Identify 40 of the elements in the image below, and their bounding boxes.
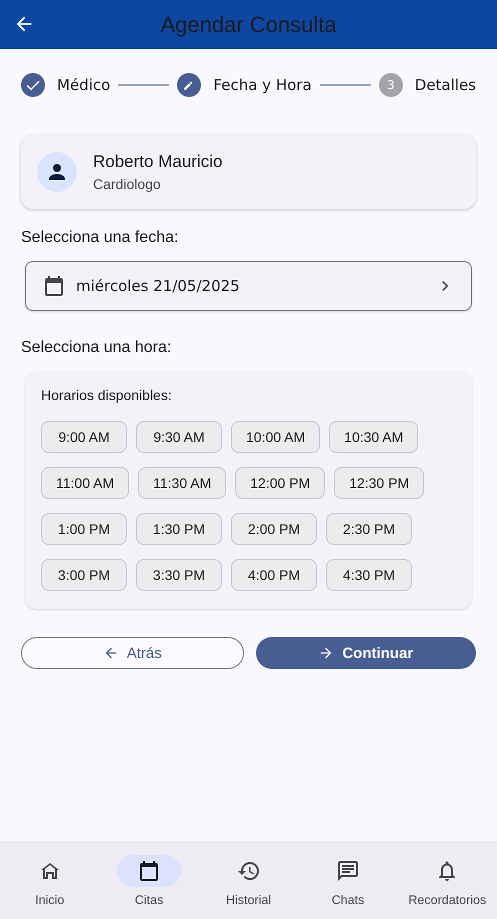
time-slot-chip[interactable]: 3:30 PM	[136, 559, 222, 591]
time-slot-chip[interactable]: 2:00 PM	[231, 513, 317, 545]
time-slot-chip[interactable]: 3:00 PM	[41, 559, 127, 591]
time-slot-chip[interactable]: 9:30 AM	[136, 421, 222, 453]
section-label: Selecciona una hora:	[21, 339, 172, 357]
continue-button[interactable]: Continuar	[256, 637, 476, 669]
back-step-button[interactable]: Atrás	[21, 637, 244, 669]
history-icon	[236, 859, 261, 883]
step-label: Detalles	[414, 76, 476, 94]
doctor-name: Roberto Mauricio	[93, 152, 222, 172]
calendar-icon	[42, 274, 66, 298]
time-slot-chip[interactable]: 1:30 PM	[136, 513, 222, 545]
nav-item[interactable]: Recordatorios	[398, 855, 497, 919]
nav-item[interactable]: Chats	[298, 855, 398, 919]
nav-item[interactable]: Citas	[99, 855, 199, 919]
avatar-icon	[37, 152, 77, 192]
step-number: 3	[378, 73, 403, 97]
time-slot-chip[interactable]: 4:00 PM	[231, 559, 317, 591]
time-slot-chip[interactable]: 12:30 PM	[334, 467, 424, 499]
pencil-icon	[177, 73, 202, 97]
section-label: Selecciona una fecha:	[21, 229, 180, 247]
time-slot-chip[interactable]: 11:30 AM	[138, 467, 226, 499]
check-icon	[21, 73, 45, 97]
panel-title: Horarios disponibles:	[41, 387, 173, 403]
doctor-specialty: Cardiologo	[93, 176, 162, 192]
time-slot-chip[interactable]: 10:30 AM	[329, 421, 418, 453]
time-slot-chip[interactable]: 1:00 PM	[41, 513, 127, 545]
time-slot-chip[interactable]: 2:30 PM	[326, 513, 412, 545]
time-slot-chip[interactable]: 4:30 PM	[326, 559, 412, 591]
step-label: Fecha y Hora	[213, 76, 312, 94]
date-picker-field[interactable]: miércoles 21/05/2025	[25, 261, 472, 311]
time-slot-chip[interactable]: 9:00 AM	[41, 421, 127, 453]
step-label: Médico	[57, 76, 110, 94]
nav-item[interactable]: Inicio	[0, 855, 100, 919]
nav-item[interactable]: Historial	[198, 855, 298, 919]
time-slot-chip[interactable]: 12:00 PM	[235, 467, 326, 499]
screen-title: Agendar Consulta	[160, 12, 337, 38]
chat-icon	[336, 859, 360, 883]
time-slot-chip[interactable]: 11:00 AM	[41, 467, 130, 499]
time-slot-chip[interactable]: 10:00 AM	[231, 421, 320, 453]
